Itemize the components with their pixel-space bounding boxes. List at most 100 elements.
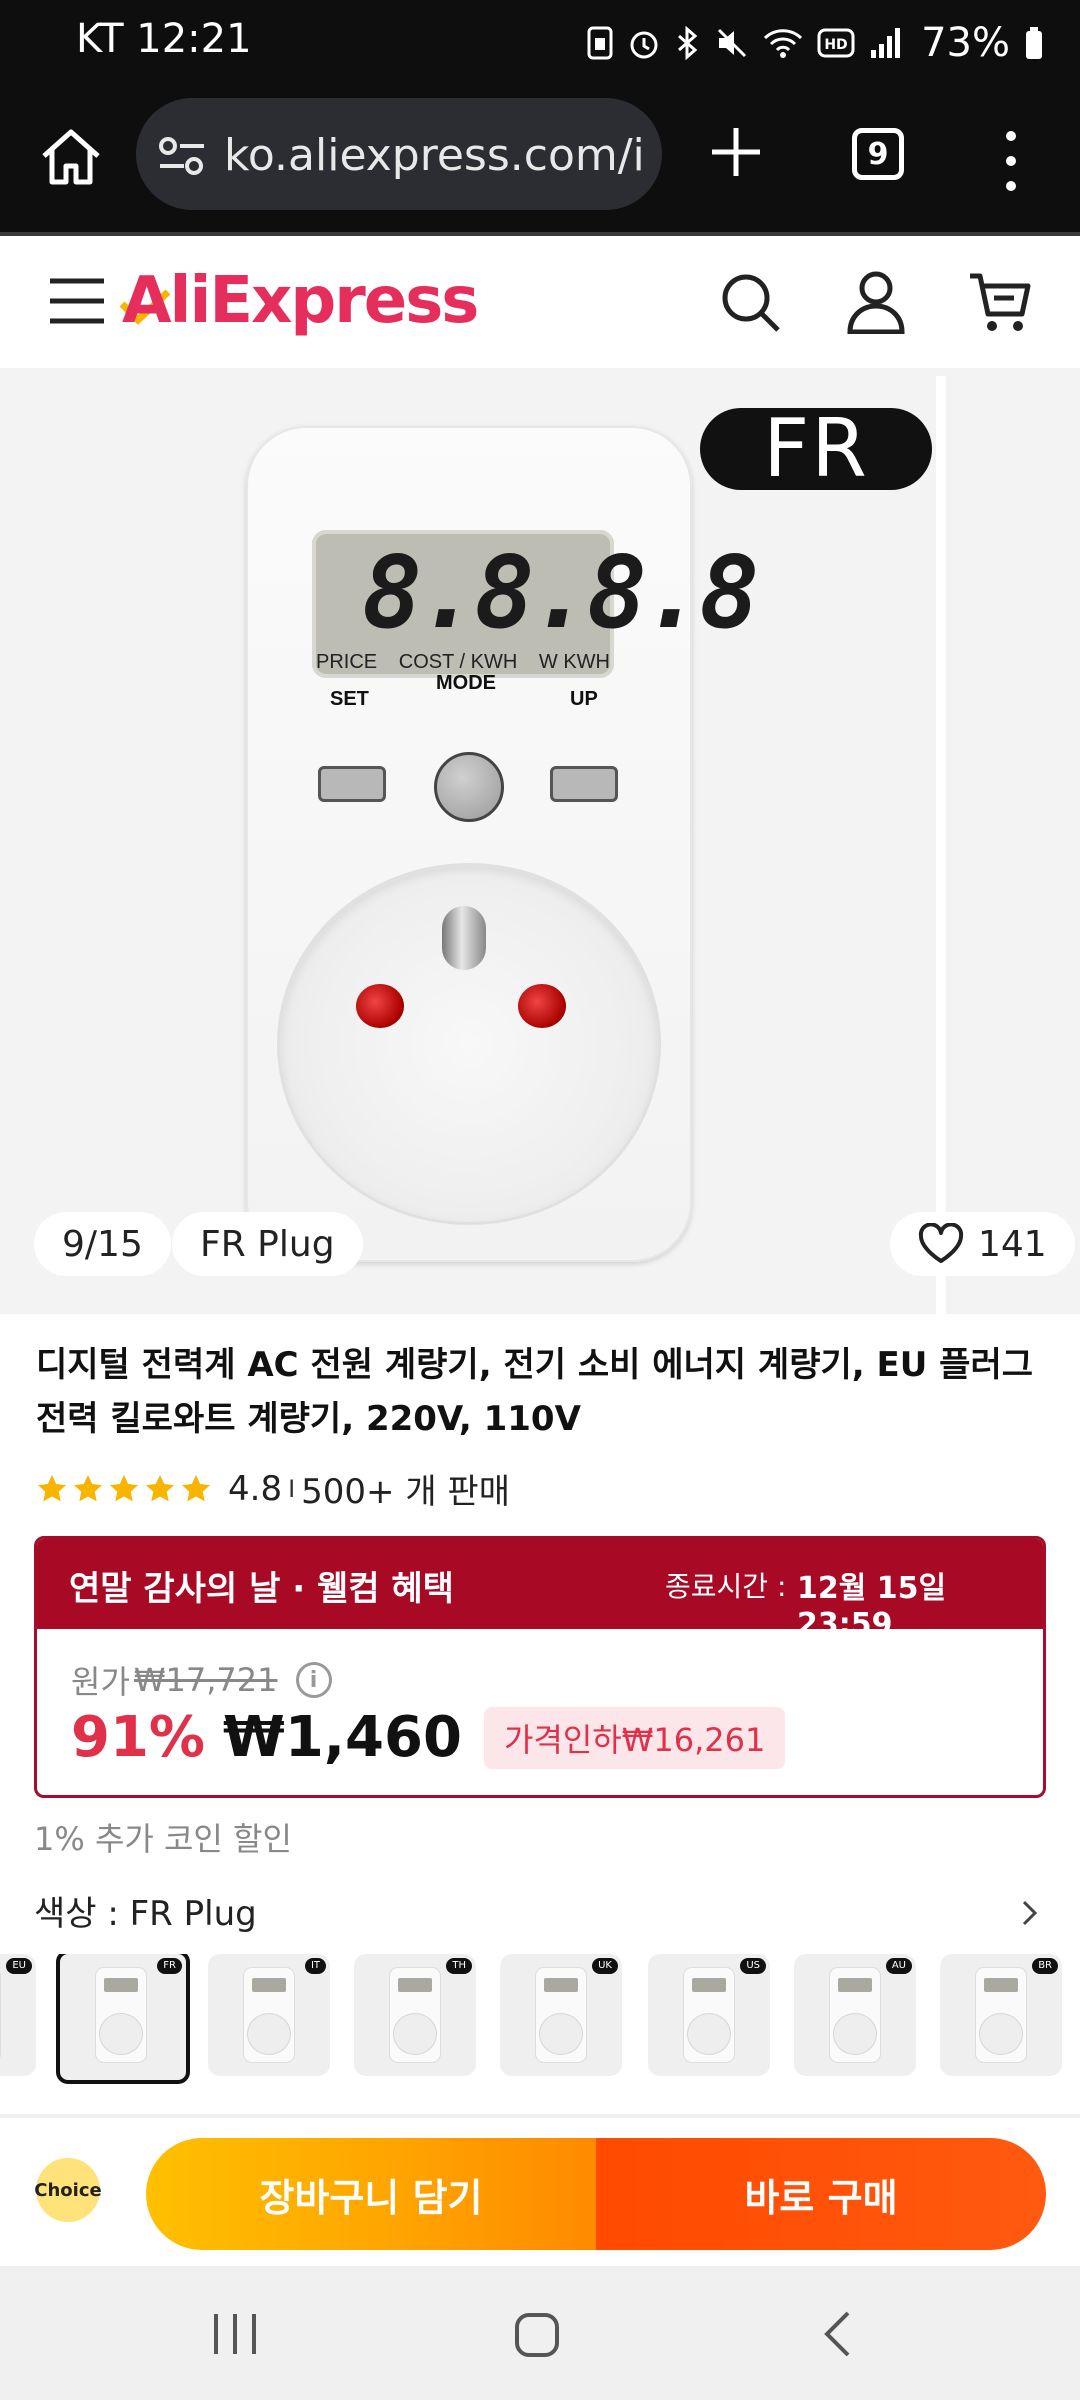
variant-tag: US bbox=[740, 1958, 766, 1974]
variant-image bbox=[536, 1968, 586, 2062]
search-icon[interactable] bbox=[720, 272, 782, 334]
star-icon bbox=[146, 1474, 174, 1501]
price-drop-badge: 가격인하₩16,261 bbox=[483, 1706, 786, 1769]
chevron-right-icon[interactable] bbox=[1020, 1898, 1040, 1928]
system-navigation-bar bbox=[0, 2266, 1080, 2400]
plug-type-tag: FR bbox=[700, 408, 932, 490]
wishlist-button[interactable]: 141 bbox=[890, 1212, 1075, 1276]
product-title: 디지털 전력계 AC 전원 계량기, 전기 소비 에너지 계량기, EU 플러그… bbox=[36, 1345, 1034, 1439]
lcd-label-price: PRICE bbox=[316, 651, 378, 673]
earth-pin bbox=[442, 906, 486, 970]
variant-socket bbox=[980, 2014, 1022, 2054]
variant-socket bbox=[100, 2014, 142, 2054]
variant-thumb-th[interactable]: TH bbox=[354, 1954, 476, 2076]
variant-image bbox=[244, 1968, 294, 2062]
variant-image bbox=[96, 1968, 146, 2062]
variant-socket bbox=[248, 2014, 290, 2054]
lcd-labels: PRICE COST / KWH W KWH bbox=[316, 651, 610, 674]
price-row: 91% ₩1,460 가격인하₩16,261 bbox=[71, 1705, 786, 1770]
product-image: 8.8.8.8 PRICE COST / KWH W KWH SET MODE … bbox=[246, 426, 759, 1262]
address-bar[interactable]: ko.aliexpress.com/ite bbox=[136, 98, 662, 210]
promo-title: 연말 감사의 날 · 웰컴 혜택 bbox=[69, 1569, 454, 1609]
image-counter: 9/15 bbox=[34, 1212, 171, 1276]
fr-socket bbox=[280, 866, 658, 1222]
color-label: 색상 : FR Plug bbox=[34, 1894, 257, 1934]
home-icon[interactable] bbox=[36, 122, 106, 192]
status-bar: KT 12:21 HD 73% bbox=[0, 0, 1080, 86]
variant-lcd bbox=[692, 1978, 726, 1992]
variant-lcd bbox=[984, 1978, 1018, 1992]
sim-icon bbox=[587, 26, 613, 60]
original-price-row: 원가 ₩17,721 i bbox=[71, 1657, 332, 1703]
lcd-digits: 8.8.8.8 bbox=[362, 534, 759, 651]
mode-label: MODE bbox=[436, 672, 496, 694]
set-key bbox=[318, 766, 386, 802]
status-time: KT 12:21 bbox=[76, 16, 252, 62]
variant-tag: FR bbox=[157, 1958, 182, 1974]
color-selector-row[interactable]: 색상 : FR Plug bbox=[34, 1886, 1044, 1935]
promo-end-label: 종료시간 : bbox=[665, 1570, 787, 1603]
system-home-icon[interactable] bbox=[514, 2312, 560, 2358]
mode-key bbox=[434, 752, 504, 822]
browser-toolbar: ko.aliexpress.com/ite 9 bbox=[0, 86, 1080, 234]
promo-price-box: 연말 감사의 날 · 웰컴 혜택 종료시간 : 12월 15일 23:59 원가… bbox=[34, 1536, 1046, 1798]
variant-socket bbox=[834, 2014, 876, 2054]
variant-lcd bbox=[398, 1978, 432, 1992]
original-price: ₩17,721 bbox=[133, 1661, 278, 1699]
recent-apps-icon[interactable] bbox=[210, 2312, 260, 2356]
tab-switcher-button[interactable]: 9 bbox=[852, 128, 904, 180]
star-icon bbox=[74, 1474, 102, 1501]
up-label: UP bbox=[570, 688, 598, 710]
app-header: AliExpress bbox=[0, 236, 1080, 368]
url-text[interactable]: ko.aliexpress.com/ite bbox=[224, 130, 644, 181]
variant-thumb-au[interactable]: AU bbox=[794, 1954, 916, 2076]
lcd-label-w-kwh: W KWH bbox=[538, 651, 610, 673]
wishlist-count: 141 bbox=[978, 1223, 1047, 1265]
heart-icon bbox=[918, 1223, 964, 1263]
variant-lcd bbox=[838, 1978, 872, 1992]
mute-icon bbox=[718, 28, 747, 58]
new-tab-icon[interactable] bbox=[706, 122, 766, 182]
battery-icon bbox=[1026, 27, 1042, 59]
product-gallery[interactable]: FR 8.8.8.8 PRICE COST / KWH W KWH SET MO… bbox=[0, 368, 1080, 1314]
back-icon[interactable] bbox=[822, 2310, 852, 2358]
more-options-icon[interactable] bbox=[996, 126, 1026, 196]
star-icon bbox=[38, 1474, 66, 1501]
svg-text:HD: HD bbox=[824, 37, 847, 53]
variant-thumb-br[interactable]: BR bbox=[940, 1954, 1062, 2076]
promo-end-time: 12월 15일 23:59 bbox=[797, 1571, 947, 1642]
socket-hole-left bbox=[356, 984, 404, 1028]
site-settings-icon[interactable] bbox=[158, 136, 206, 176]
image-variant-label: FR Plug bbox=[172, 1212, 363, 1276]
variant-socket bbox=[394, 2014, 436, 2054]
info-icon[interactable]: i bbox=[295, 1662, 332, 1698]
variant-image bbox=[976, 1968, 1026, 2062]
bluetooth-icon bbox=[678, 26, 698, 60]
cart-icon[interactable] bbox=[968, 270, 1032, 334]
rating-value: 4.8 bbox=[228, 1468, 283, 1509]
aliexpress-logo[interactable]: AliExpress bbox=[122, 264, 479, 338]
variant-tag: UK bbox=[592, 1958, 618, 1974]
menu-icon[interactable] bbox=[48, 276, 106, 326]
socket-hole-right bbox=[518, 984, 566, 1028]
discount-percent: 91% bbox=[71, 1705, 206, 1770]
purchase-action-bar: Choice 장바구니 담기 바로 구매 bbox=[0, 2118, 1080, 2266]
variant-thumb-eu[interactable]: EU bbox=[0, 1954, 36, 2076]
variant-thumb-fr[interactable]: FR bbox=[56, 1954, 190, 2084]
variant-thumb-uk[interactable]: UK bbox=[500, 1954, 622, 2076]
variant-image bbox=[390, 1968, 440, 2062]
set-label: SET bbox=[330, 688, 369, 710]
rating-separator: I bbox=[288, 1474, 296, 1503]
variant-thumb-it[interactable]: IT bbox=[208, 1954, 330, 2076]
add-to-cart-button[interactable]: 장바구니 담기 bbox=[146, 2138, 596, 2250]
alarm-icon bbox=[630, 31, 658, 59]
status-icons: HD 73% bbox=[587, 20, 1044, 66]
variant-thumb-us[interactable]: US bbox=[648, 1954, 770, 2076]
buy-now-button[interactable]: 바로 구매 bbox=[596, 2138, 1046, 2250]
next-image-edge bbox=[936, 376, 946, 1314]
account-icon[interactable] bbox=[846, 270, 906, 334]
hd-icon: HD bbox=[817, 28, 855, 58]
variant-tag: EU bbox=[6, 1958, 32, 1974]
rating-stars bbox=[36, 1473, 212, 1505]
variant-tag: AU bbox=[885, 1958, 912, 1974]
